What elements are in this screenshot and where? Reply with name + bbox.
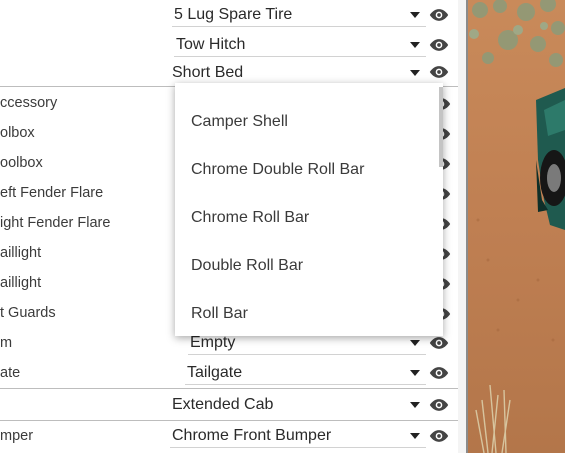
part-select[interactable]: Tailgate: [185, 360, 426, 385]
part-label: mper: [0, 428, 34, 444]
part-label: ate: [0, 365, 21, 381]
part-label: t Guards: [0, 305, 56, 321]
part-select-value: 5 Lug Spare Tire: [174, 6, 293, 23]
part-select-value: Tow Hitch: [176, 36, 246, 53]
part-select-value: Tailgate: [187, 364, 243, 381]
part-row: Tow Hitch: [0, 30, 458, 60]
part-label: ight Fender Flare: [0, 215, 111, 231]
part-options-dropdown[interactable]: Camper Shell Chrome Double Roll Bar Chro…: [175, 83, 443, 336]
part-row: mper Chrome Front Bumper: [0, 421, 458, 451]
part-select[interactable]: Short Bed: [170, 60, 426, 84]
dropdown-scrollbar[interactable]: [439, 87, 443, 167]
parts-config-panel: 5 Lug Spare Tire Tow Hitch Short Bed cce…: [0, 0, 458, 453]
part-select-value: Extended Cab: [172, 396, 274, 413]
desert-scene-image: [468, 0, 565, 453]
dropdown-option[interactable]: Chrome Roll Bar: [191, 209, 309, 227]
caret-down-icon: [410, 70, 420, 76]
part-select-value: Chrome Front Bumper: [172, 427, 332, 444]
part-select-value: Short Bed: [172, 64, 244, 81]
caret-down-icon: [410, 370, 420, 376]
part-select[interactable]: Tow Hitch: [174, 32, 426, 57]
part-label: olbox: [0, 125, 35, 141]
eye-icon[interactable]: [428, 5, 450, 25]
part-label: oolbox: [0, 155, 43, 171]
part-select[interactable]: Chrome Front Bumper: [170, 423, 426, 448]
eye-icon[interactable]: [428, 363, 450, 383]
caret-down-icon: [410, 42, 420, 48]
caret-down-icon: [410, 340, 420, 346]
dropdown-option[interactable]: Chrome Double Roll Bar: [191, 161, 364, 179]
eye-icon[interactable]: [428, 35, 450, 55]
panel-divider[interactable]: [458, 0, 468, 453]
eye-icon[interactable]: [428, 395, 450, 415]
part-label: eft Fender Flare: [0, 185, 104, 201]
part-select[interactable]: 5 Lug Spare Tire: [172, 2, 426, 27]
part-label: ccessory: [0, 95, 58, 111]
part-label: m: [0, 335, 13, 351]
dropdown-option[interactable]: Camper Shell: [191, 113, 288, 131]
caret-down-icon: [410, 12, 420, 18]
eye-icon[interactable]: [428, 426, 450, 446]
part-select[interactable]: Extended Cab: [170, 392, 426, 416]
part-row: ate Tailgate: [0, 358, 458, 389]
part-row: Extended Cab: [0, 390, 458, 421]
part-select-value: Empty: [190, 334, 236, 351]
game-viewport[interactable]: [468, 0, 565, 453]
dropdown-option[interactable]: Double Roll Bar: [191, 257, 303, 275]
caret-down-icon: [410, 402, 420, 408]
part-label: aillight: [0, 245, 42, 261]
eye-icon[interactable]: [428, 333, 450, 353]
dropdown-option[interactable]: Roll Bar: [191, 305, 248, 323]
caret-down-icon: [410, 433, 420, 439]
part-label: aillight: [0, 275, 42, 291]
eye-icon[interactable]: [428, 62, 450, 82]
part-row: 5 Lug Spare Tire: [0, 0, 458, 30]
